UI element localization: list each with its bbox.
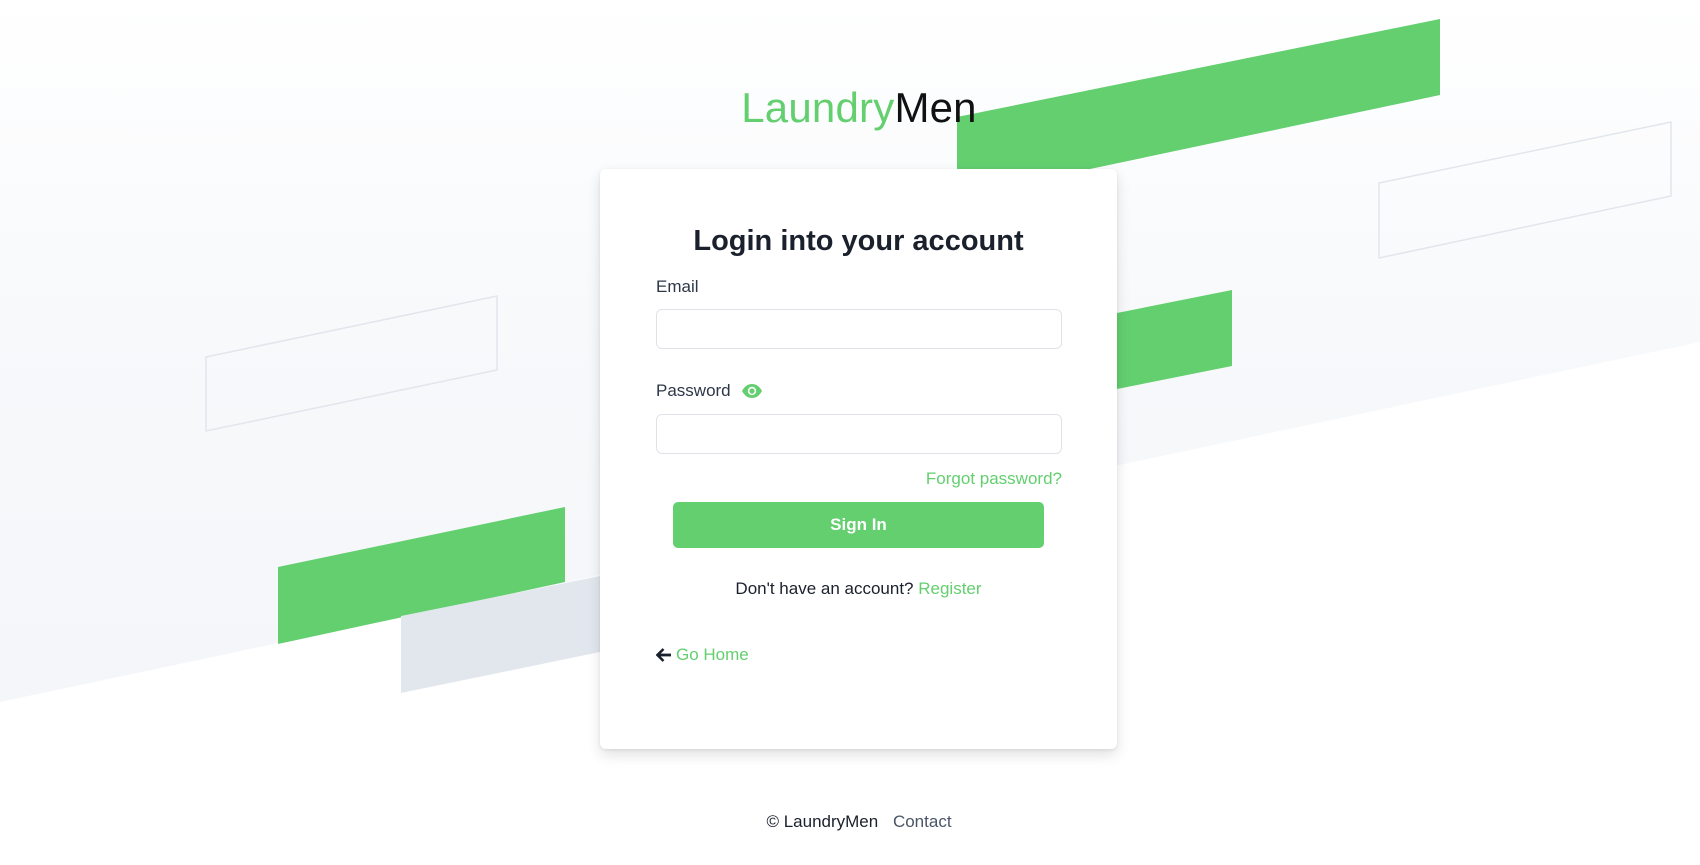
password-label: Password — [656, 381, 731, 400]
go-home-label: Go Home — [676, 645, 749, 664]
password-field[interactable] — [656, 414, 1062, 454]
copyright-text: © LaundryMen — [766, 812, 879, 831]
email-label: Email — [656, 277, 699, 296]
page-title: Login into your account — [693, 225, 1024, 257]
go-home-link[interactable]: Go Home — [655, 645, 749, 665]
password-label-row: Password — [656, 381, 763, 401]
contact-link[interactable]: Contact — [893, 812, 952, 831]
register-prompt-text: Don't have an account? — [735, 579, 914, 598]
eye-icon[interactable] — [741, 383, 763, 399]
brand-name-accent: Laundry — [741, 84, 895, 131]
arrow-left-icon — [655, 647, 672, 663]
footer: © LaundryMen Contact — [0, 812, 1700, 832]
email-field[interactable] — [656, 309, 1062, 349]
forgot-password-link[interactable]: Forgot password? — [926, 469, 1062, 489]
register-link[interactable]: Register — [918, 579, 981, 598]
sign-in-button[interactable]: Sign In — [673, 502, 1044, 548]
login-page: LaundryMen Login into your account Email… — [0, 0, 1700, 865]
brand-name-dark: Men — [894, 84, 977, 131]
brand-logo[interactable]: LaundryMen — [0, 84, 1700, 132]
login-card: Login into your account Email Password F… — [600, 169, 1117, 749]
register-prompt-line: Don't have an account? Register — [600, 579, 1117, 599]
